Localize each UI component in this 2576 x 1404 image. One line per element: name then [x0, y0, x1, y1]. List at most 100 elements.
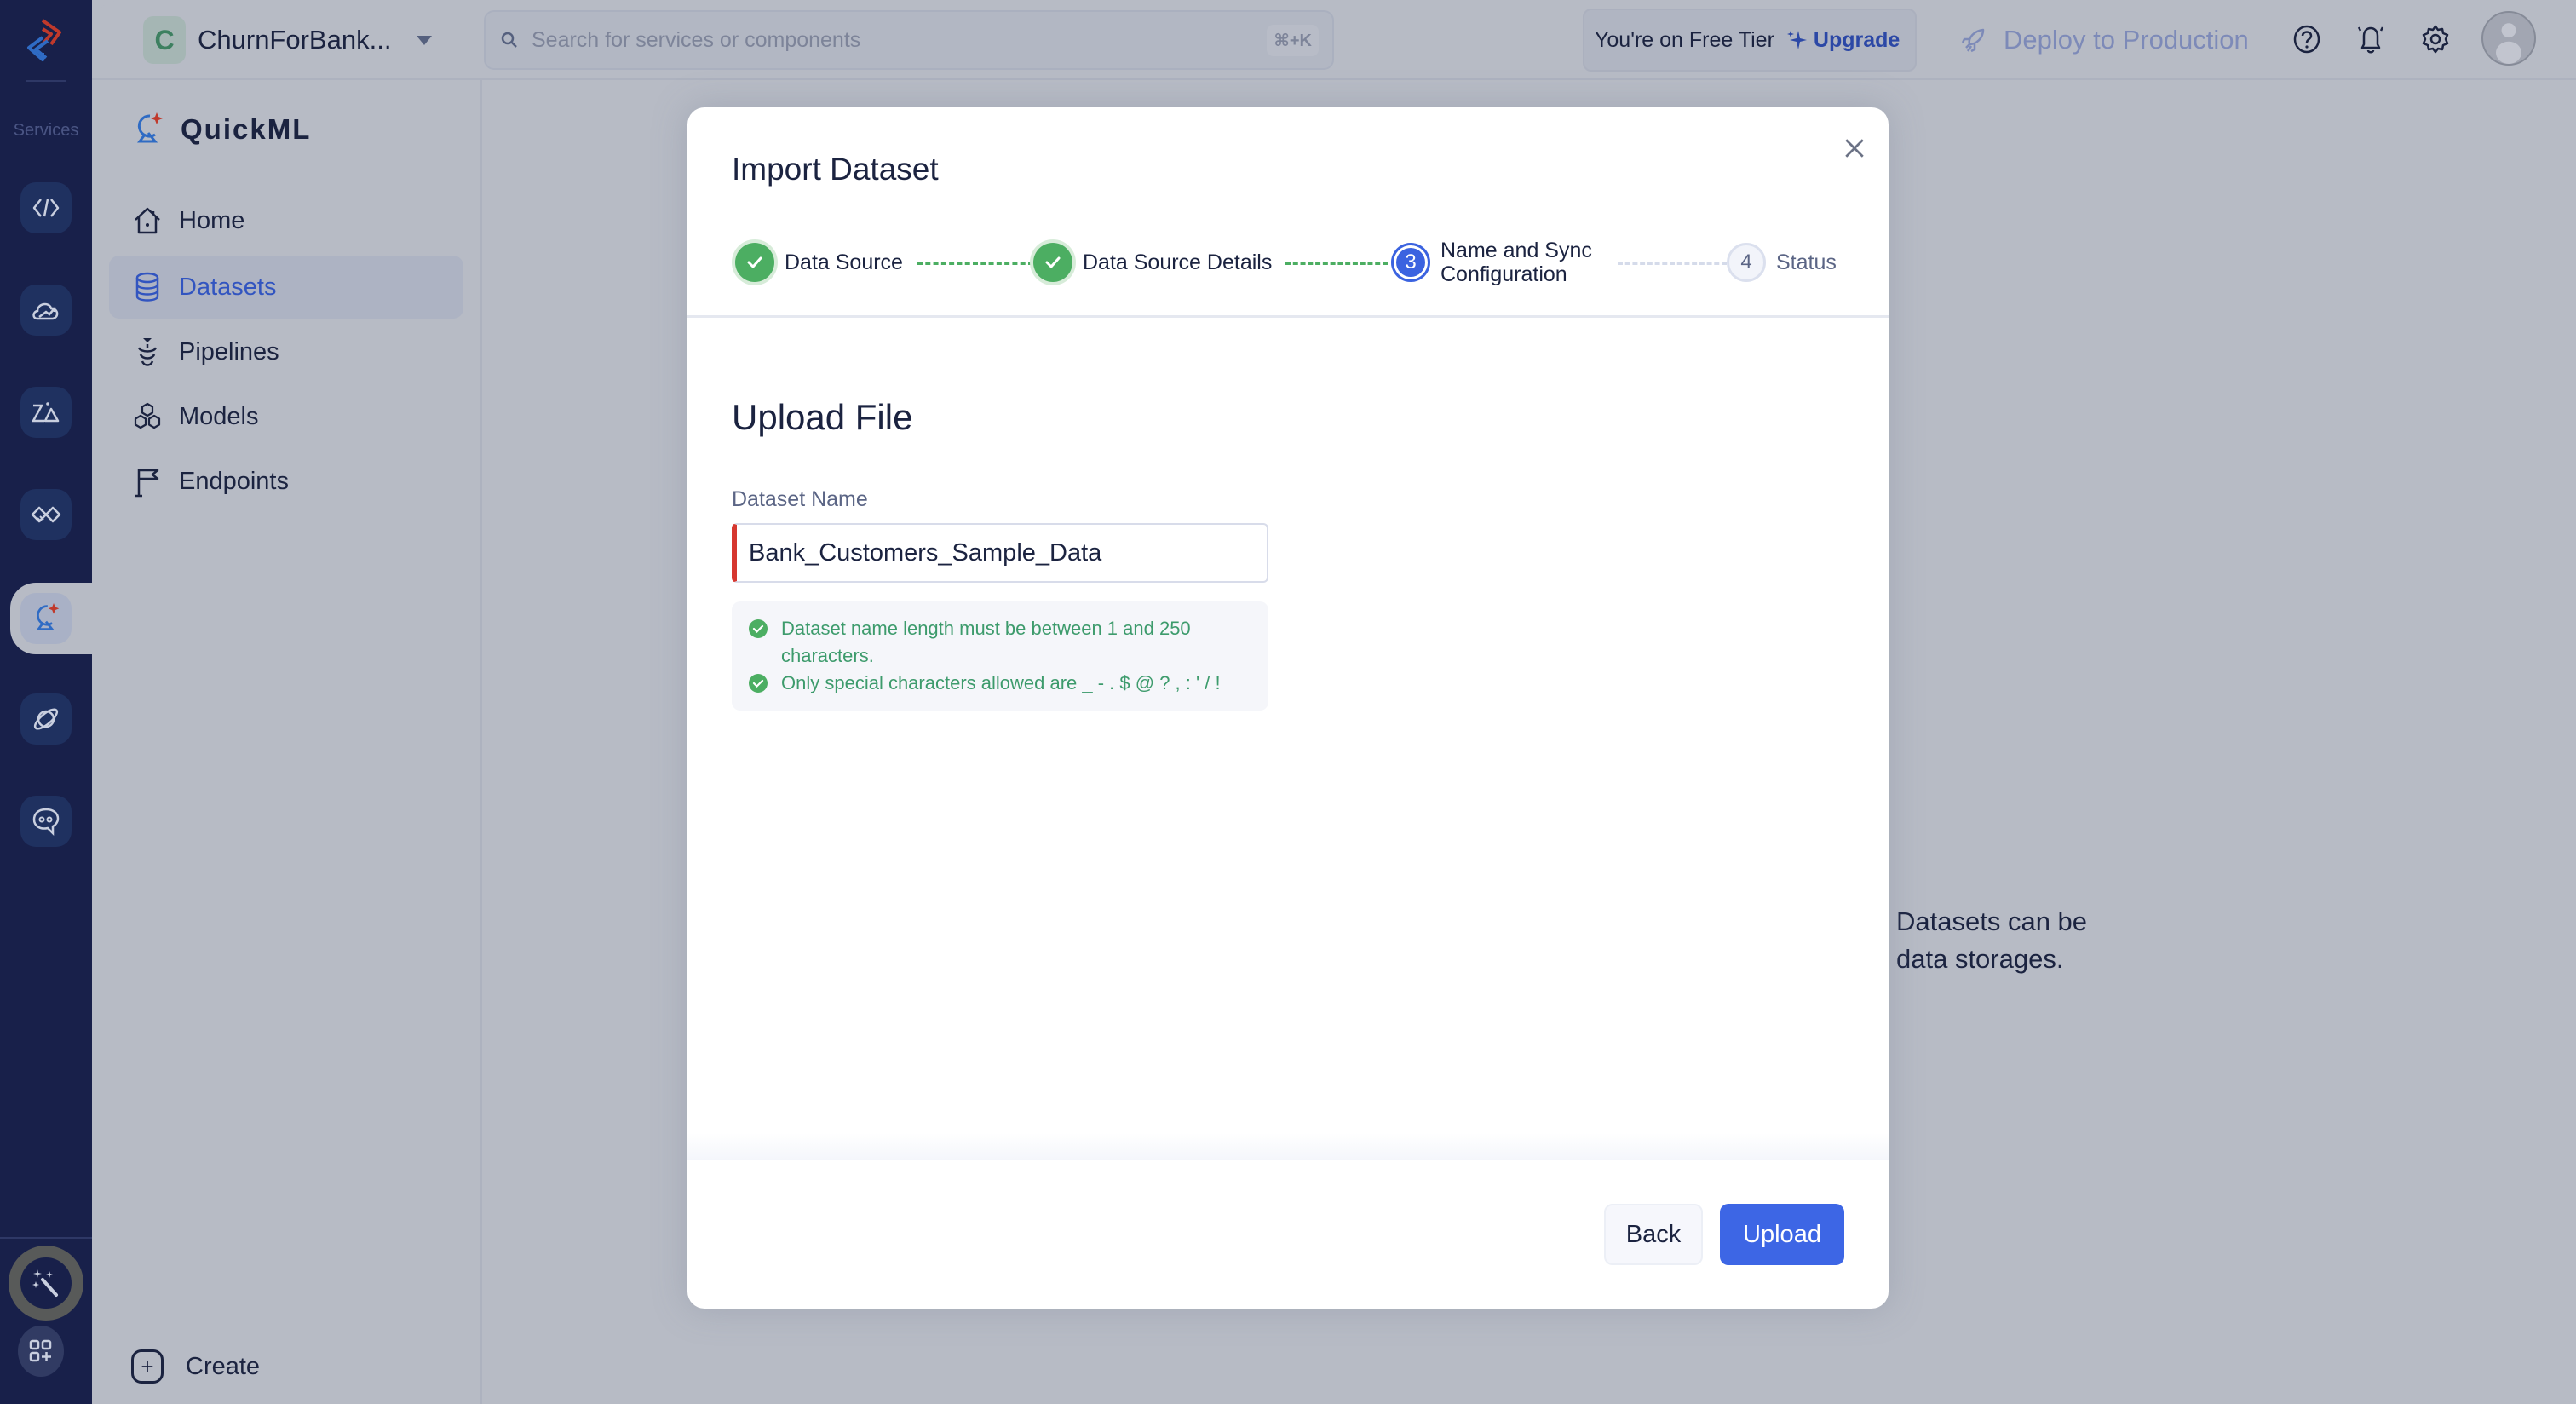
handshake-icon: [31, 506, 61, 523]
tier-text: You're on Free Tier: [1595, 27, 1774, 52]
back-button[interactable]: Back: [1604, 1204, 1703, 1265]
home-icon: [135, 207, 160, 234]
create-label: Create: [186, 1352, 261, 1380]
help-button[interactable]: [2290, 20, 2324, 58]
step-name-and-sync[interactable]: 3 Name and Sync Configuration: [1391, 230, 1601, 295]
services-label: Services: [13, 121, 79, 140]
create-button[interactable]: + Create: [131, 1349, 260, 1384]
plus-icon: +: [131, 1349, 164, 1384]
dataset-name-label: Dataset Name: [732, 487, 868, 511]
validation-rules: Dataset name length must be between 1 an…: [732, 601, 1268, 711]
modal-footer-divider: [687, 1133, 1889, 1160]
settings-button[interactable]: [2418, 20, 2452, 58]
step-number: 3: [1391, 243, 1430, 282]
user-icon: [2496, 23, 2521, 64]
hint-line: data storages.: [1896, 944, 2064, 974]
rocket-icon: [1961, 28, 1985, 53]
rule-text: Dataset name length must be between 1 an…: [781, 618, 1191, 639]
step-status[interactable]: 4 Status: [1727, 230, 1837, 295]
notifications-button[interactable]: [2354, 20, 2388, 58]
database-icon: [135, 272, 159, 302]
upload-button[interactable]: Upload: [1720, 1204, 1844, 1265]
chat-bot-icon: [32, 808, 60, 837]
import-stepper: Data Source Data Source Details 3 Name a…: [732, 230, 1844, 295]
rail-item-code[interactable]: [20, 182, 72, 233]
check-circle-icon: [749, 674, 768, 693]
pipeline-icon: [137, 338, 158, 366]
ai-assist-button[interactable]: [9, 1246, 83, 1321]
search-placeholder: Search for services or components: [532, 27, 861, 52]
bell-icon: [2357, 26, 2384, 54]
modal-header-divider: [687, 315, 1889, 318]
deploy-to-production-button[interactable]: Deploy to Production: [1959, 19, 2249, 61]
check-circle-icon: [749, 619, 768, 638]
rail-item-integrations[interactable]: [20, 489, 72, 540]
step-label-line: Name and Sync: [1440, 239, 1592, 262]
search-input[interactable]: Search for services or components ⌘+K: [484, 10, 1334, 70]
nav-item-models[interactable]: Models: [109, 385, 463, 448]
check-icon: [735, 243, 774, 282]
add-apps-button[interactable]: [18, 1326, 64, 1377]
rail-item-quickml[interactable]: [20, 593, 72, 644]
step-label: Data Source: [785, 250, 911, 274]
datasets-empty-hint: Datasets can be data storages.: [1896, 903, 2087, 978]
nav-item-home[interactable]: Home: [109, 189, 463, 252]
nav-item-pipelines[interactable]: Pipelines: [109, 320, 463, 383]
nav-item-datasets[interactable]: Datasets: [109, 256, 463, 319]
rule-text: Only special characters allowed are _ - …: [781, 672, 1221, 693]
step-data-source-details[interactable]: Data Source Details: [1033, 230, 1281, 295]
apps-add-icon: [29, 1339, 52, 1362]
rail-item-zia[interactable]: [20, 387, 72, 438]
nav-item-endpoints[interactable]: Endpoints: [109, 450, 463, 513]
step-label: Name and Sync Configuration: [1440, 239, 1601, 286]
nav-item-label: Pipelines: [179, 337, 279, 365]
nav-item-label: Models: [179, 402, 259, 430]
step-data-source[interactable]: Data Source: [735, 230, 911, 295]
project-switcher[interactable]: C ChurnForBank...: [143, 16, 433, 64]
step-connector: [917, 262, 1033, 265]
close-button[interactable]: [1837, 131, 1872, 165]
rail-divider: [26, 80, 66, 82]
user-avatar[interactable]: [2481, 11, 2536, 66]
top-bar: C ChurnForBank... Search for services or…: [92, 0, 2576, 80]
step-label-line: Configuration: [1440, 262, 1567, 286]
upgrade-label: Upgrade: [1813, 27, 1900, 52]
nav-item-label: Datasets: [179, 273, 277, 301]
step-number: 4: [1727, 243, 1766, 282]
quickml-logo-icon: [137, 112, 163, 143]
magic-wand-icon: [32, 1269, 58, 1297]
search-icon: [501, 32, 517, 48]
nav-item-label: Home: [179, 206, 245, 234]
upgrade-link[interactable]: Upgrade: [1786, 27, 1900, 53]
quickml-brand: QuickML: [131, 109, 311, 150]
catalyst-logo-icon[interactable]: [22, 15, 70, 68]
chevron-down-icon: [417, 35, 433, 45]
step-label: Data Source Details: [1083, 250, 1281, 274]
models-icon: [134, 402, 161, 429]
help-icon: [2293, 25, 2320, 54]
rail-item-chatbot[interactable]: [20, 796, 72, 847]
nav-item-label: Endpoints: [179, 467, 289, 495]
close-icon: [1845, 139, 1864, 158]
project-avatar: C: [143, 16, 186, 64]
search-shortcut: ⌘+K: [1267, 24, 1319, 56]
brand-name: QuickML: [181, 113, 312, 145]
rail-item-planet[interactable]: [20, 693, 72, 745]
step-connector: [1285, 262, 1388, 265]
deploy-label: Deploy to Production: [2004, 25, 2249, 55]
sparkle-icon: [1786, 31, 1807, 49]
rule-text: characters.: [781, 645, 874, 666]
module-sidebar: QuickML Home Datasets Pipelines Models E…: [92, 80, 482, 1404]
tier-banner: You're on Free Tier Upgrade: [1583, 9, 1917, 72]
section-title: Upload File: [732, 397, 913, 437]
dataset-name-input[interactable]: Bank_Customers_Sample_Data: [732, 523, 1268, 583]
gear-icon: [2422, 25, 2449, 54]
import-dataset-modal: Import Dataset Data Source Data Source D…: [687, 107, 1889, 1309]
hint-line: Datasets can be: [1896, 906, 2088, 936]
rail-bottom-divider: [0, 1237, 92, 1239]
check-icon: [1033, 243, 1072, 282]
step-connector: [1618, 262, 1727, 265]
validation-rule: Dataset name length must be between 1 an…: [749, 615, 1268, 670]
step-label: Status: [1776, 250, 1837, 274]
rail-item-cloud[interactable]: [20, 285, 72, 336]
